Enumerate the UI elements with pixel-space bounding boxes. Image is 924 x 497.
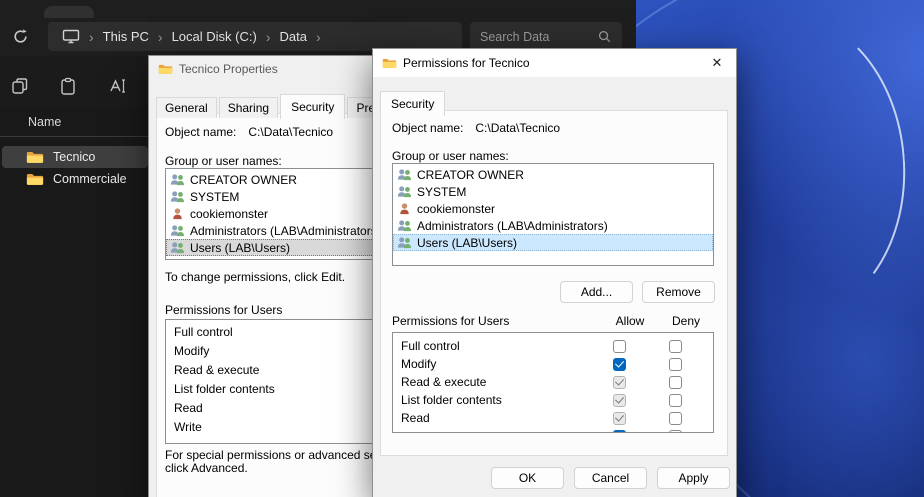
user-group-icon: [397, 219, 412, 232]
group-list-item[interactable]: CREATOR OWNER: [393, 166, 713, 183]
user-group-icon: [170, 241, 185, 254]
chevron-right-icon: [89, 29, 94, 45]
permissions-label: Permissions for Users: [165, 303, 282, 317]
deny-checkbox-read-execute[interactable]: [669, 376, 682, 389]
dialog-titlebar[interactable]: Permissions for Tecnico ✕: [373, 49, 736, 77]
breadcrumb-local-disk-c[interactable]: Local Disk (C:): [172, 29, 257, 44]
chevron-right-icon: [316, 29, 321, 45]
column-header-name[interactable]: Name: [28, 115, 61, 129]
object-name-value: C:\Data\Tecnico: [475, 121, 560, 135]
deny-checkbox-read[interactable]: [669, 412, 682, 425]
group-list-item[interactable]: SYSTEM: [393, 183, 713, 200]
apply-button[interactable]: Apply: [657, 467, 730, 489]
user-icon: [397, 202, 412, 215]
tab-sharing[interactable]: Sharing: [219, 97, 278, 118]
tab-strip: Security: [380, 91, 447, 115]
file-row-tecnico[interactable]: Tecnico: [2, 146, 148, 168]
rename-icon[interactable]: [108, 76, 128, 96]
dialog-title: Tecnico Properties: [179, 62, 278, 76]
object-name-label: Object name:: [392, 121, 463, 135]
folder-icon: [382, 57, 397, 69]
group-list-label: Group or user names:: [165, 154, 282, 168]
refresh-icon[interactable]: [12, 28, 29, 45]
file-name: Tecnico: [53, 150, 95, 164]
permissions-header: Permissions for Users Allow Deny: [392, 314, 714, 328]
permission-row: List folder contents: [393, 391, 713, 409]
permissions-label: Permissions for Users: [392, 314, 602, 328]
paste-icon[interactable]: [58, 76, 78, 96]
deny-column-header: Deny: [658, 314, 714, 328]
search-icon: [597, 29, 612, 44]
dialog-titlebar[interactable]: Tecnico Properties: [149, 56, 409, 82]
breadcrumb-data[interactable]: Data: [280, 29, 307, 44]
allow-checkbox-list-folder-contents: [613, 394, 626, 407]
tab-general[interactable]: General: [156, 97, 217, 118]
allow-column-header: Allow: [602, 314, 658, 328]
folder-icon: [26, 150, 44, 164]
folder-icon: [26, 172, 44, 186]
breadcrumb: This PC Local Disk (C:) Data: [48, 22, 462, 51]
security-tab-page: Object name: C:\Data\Tecnico Group or us…: [380, 110, 728, 456]
remove-button[interactable]: Remove: [642, 281, 715, 303]
permission-row: Read: [393, 409, 713, 427]
file-name: Commerciale: [53, 172, 127, 186]
group-list-item-selected[interactable]: Users (LAB\Users): [393, 234, 713, 251]
permissions-dialog: Permissions for Tecnico ✕ Security Objec…: [372, 48, 737, 497]
user-icon: [170, 207, 185, 220]
object-name-value: C:\Data\Tecnico: [248, 125, 333, 139]
this-pc-icon: [62, 29, 80, 44]
breadcrumb-this-pc[interactable]: This PC: [103, 29, 149, 44]
deny-checkbox-list-folder-contents[interactable]: [669, 394, 682, 407]
user-group-icon: [170, 190, 185, 203]
properties-dialog: Tecnico Properties General Sharing Secur…: [148, 55, 410, 497]
allow-checkbox-modify[interactable]: [613, 358, 626, 371]
tab-security[interactable]: Security: [280, 94, 345, 119]
file-row-commerciale[interactable]: Commerciale: [2, 168, 148, 190]
allow-checkbox-read-execute: [613, 376, 626, 389]
permission-list: Full control Modify Read & execute List …: [392, 332, 714, 433]
user-group-icon: [170, 224, 185, 237]
allow-checkbox-write[interactable]: [613, 430, 626, 434]
permission-row: Read & execute: [393, 373, 713, 391]
copy-icon[interactable]: [10, 76, 30, 96]
cancel-button[interactable]: Cancel: [574, 467, 647, 489]
chevron-right-icon: [266, 29, 271, 45]
folder-icon: [158, 63, 173, 75]
allow-checkbox-full-control[interactable]: [613, 340, 626, 353]
group-list: CREATOR OWNER SYSTEM cookiemonster Admin…: [392, 163, 714, 266]
group-list-item[interactable]: cookiemonster: [393, 200, 713, 217]
group-list-item[interactable]: Administrators (LAB\Administrators): [393, 217, 713, 234]
user-group-icon: [397, 168, 412, 181]
explorer-tab[interactable]: [44, 6, 94, 18]
permission-row: Full control: [393, 337, 713, 355]
ok-button[interactable]: OK: [491, 467, 564, 489]
search-placeholder: Search Data: [480, 30, 549, 44]
close-icon[interactable]: ✕: [698, 49, 736, 77]
tab-security[interactable]: Security: [380, 91, 445, 116]
user-group-icon: [170, 173, 185, 186]
dialog-title: Permissions for Tecnico: [403, 56, 530, 70]
deny-checkbox-write[interactable]: [669, 430, 682, 434]
search-input[interactable]: Search Data: [470, 22, 622, 51]
advanced-hint-line1: For special permissions or advanced sett…: [165, 448, 399, 462]
edit-hint: To change permissions, click Edit.: [165, 270, 345, 284]
desktop: This PC Local Disk (C:) Data Search Data…: [0, 0, 924, 497]
explorer-tab-strip: [0, 0, 636, 18]
chevron-right-icon: [158, 29, 163, 45]
permission-row-clipped: [393, 427, 713, 433]
object-name-label: Object name:: [165, 125, 236, 139]
permission-row: Modify: [393, 355, 713, 373]
deny-checkbox-full-control[interactable]: [669, 340, 682, 353]
user-group-icon: [397, 236, 412, 249]
user-group-icon: [397, 185, 412, 198]
advanced-hint-line2: click Advanced.: [165, 461, 248, 475]
allow-checkbox-read: [613, 412, 626, 425]
group-list-label: Group or user names:: [392, 149, 509, 163]
deny-checkbox-modify[interactable]: [669, 358, 682, 371]
add-button[interactable]: Add...: [560, 281, 633, 303]
